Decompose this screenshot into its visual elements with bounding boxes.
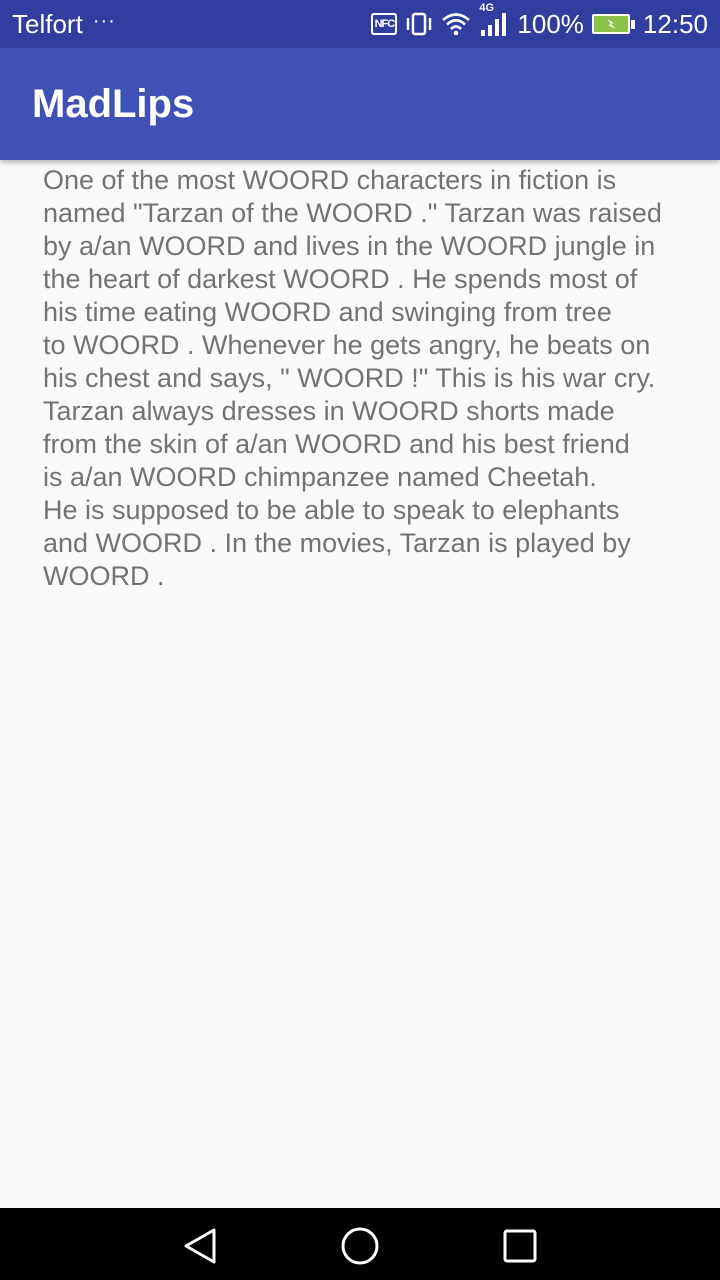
screen: Telfort ··· NFC 4G 100% 12:50 MadLips On… — [0, 0, 720, 1280]
nfc-icon: NFC — [371, 13, 398, 35]
back-icon — [184, 1228, 216, 1264]
vibrate-icon — [407, 12, 432, 36]
battery-percent: 100% — [517, 8, 584, 39]
battery-icon — [591, 14, 635, 34]
navigation-bar — [0, 1208, 720, 1280]
clock: 12:50 — [642, 8, 708, 39]
home-icon — [341, 1227, 379, 1265]
signal-group: 4G — [479, 2, 509, 38]
app-title: MadLips — [32, 81, 195, 126]
recents-button[interactable] — [500, 1226, 540, 1266]
battery-tip — [630, 19, 635, 29]
status-right: NFC 4G 100% 12:50 — [371, 2, 708, 40]
wifi-icon — [442, 13, 471, 36]
network-type-label: 4G — [479, 2, 495, 14]
story-text: One of the most WOORD characters in fict… — [43, 165, 662, 591]
app-bar: MadLips — [0, 48, 720, 160]
recents-icon — [503, 1229, 537, 1263]
status-bar: Telfort ··· NFC 4G 100% 12:50 — [0, 0, 720, 48]
more-notifications-icon: ··· — [92, 9, 116, 32]
home-button[interactable] — [340, 1226, 380, 1266]
signal-icon — [481, 13, 507, 36]
back-button[interactable] — [180, 1226, 220, 1266]
charging-bolt-icon — [606, 19, 616, 29]
carrier-label: Telfort — [12, 8, 83, 39]
battery-body — [591, 14, 630, 34]
status-left: Telfort ··· — [12, 9, 116, 40]
